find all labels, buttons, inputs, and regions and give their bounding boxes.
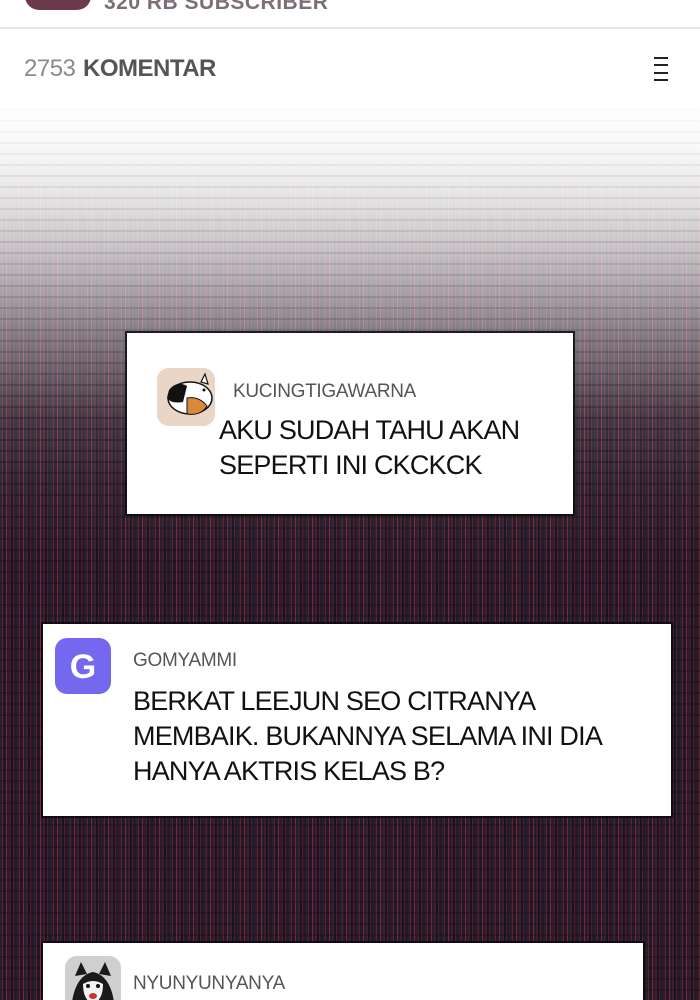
menu-icon[interactable] [654, 57, 668, 81]
comments-header: 2753 KOMENTAR [0, 31, 700, 101]
channel-bar: 320 RB SUBSCRIBER [0, 0, 700, 29]
comment-username[interactable]: KUCINGTIGAWARNA [233, 381, 416, 403]
comment-count: 2753 [24, 55, 76, 82]
channel-avatar[interactable] [25, 0, 91, 10]
comment-text: AKU SUDAH TAHU AKAN SEPERTI INI CKCKCK [219, 415, 520, 480]
subscriber-count: 320 RB SUBSCRIBER [104, 0, 329, 14]
comment-label: KOMENTAR [83, 55, 216, 82]
comment-username[interactable]: NYUNYUNYANYA [133, 973, 285, 995]
comment-card: KUCINGTIGAWARNA AKU SUDAH TAHU AKAN SEPE… [127, 333, 573, 514]
dog-avatar[interactable] [65, 956, 121, 1000]
comment-card: G GOMYAMMI BERKAT LEEJUN SEO CITRANYA ME… [43, 624, 671, 816]
comment-text: BERKAT LEEJUN SEO CITRANYA MEMBAIK. BUKA… [133, 686, 601, 786]
letter-avatar[interactable]: G [55, 638, 111, 694]
comment-username[interactable]: GOMYAMMI [133, 650, 237, 672]
avatar-letter: G [69, 648, 97, 686]
comment-card: NYUNYUNYANYA [43, 943, 643, 1000]
cat-avatar[interactable] [157, 368, 215, 426]
